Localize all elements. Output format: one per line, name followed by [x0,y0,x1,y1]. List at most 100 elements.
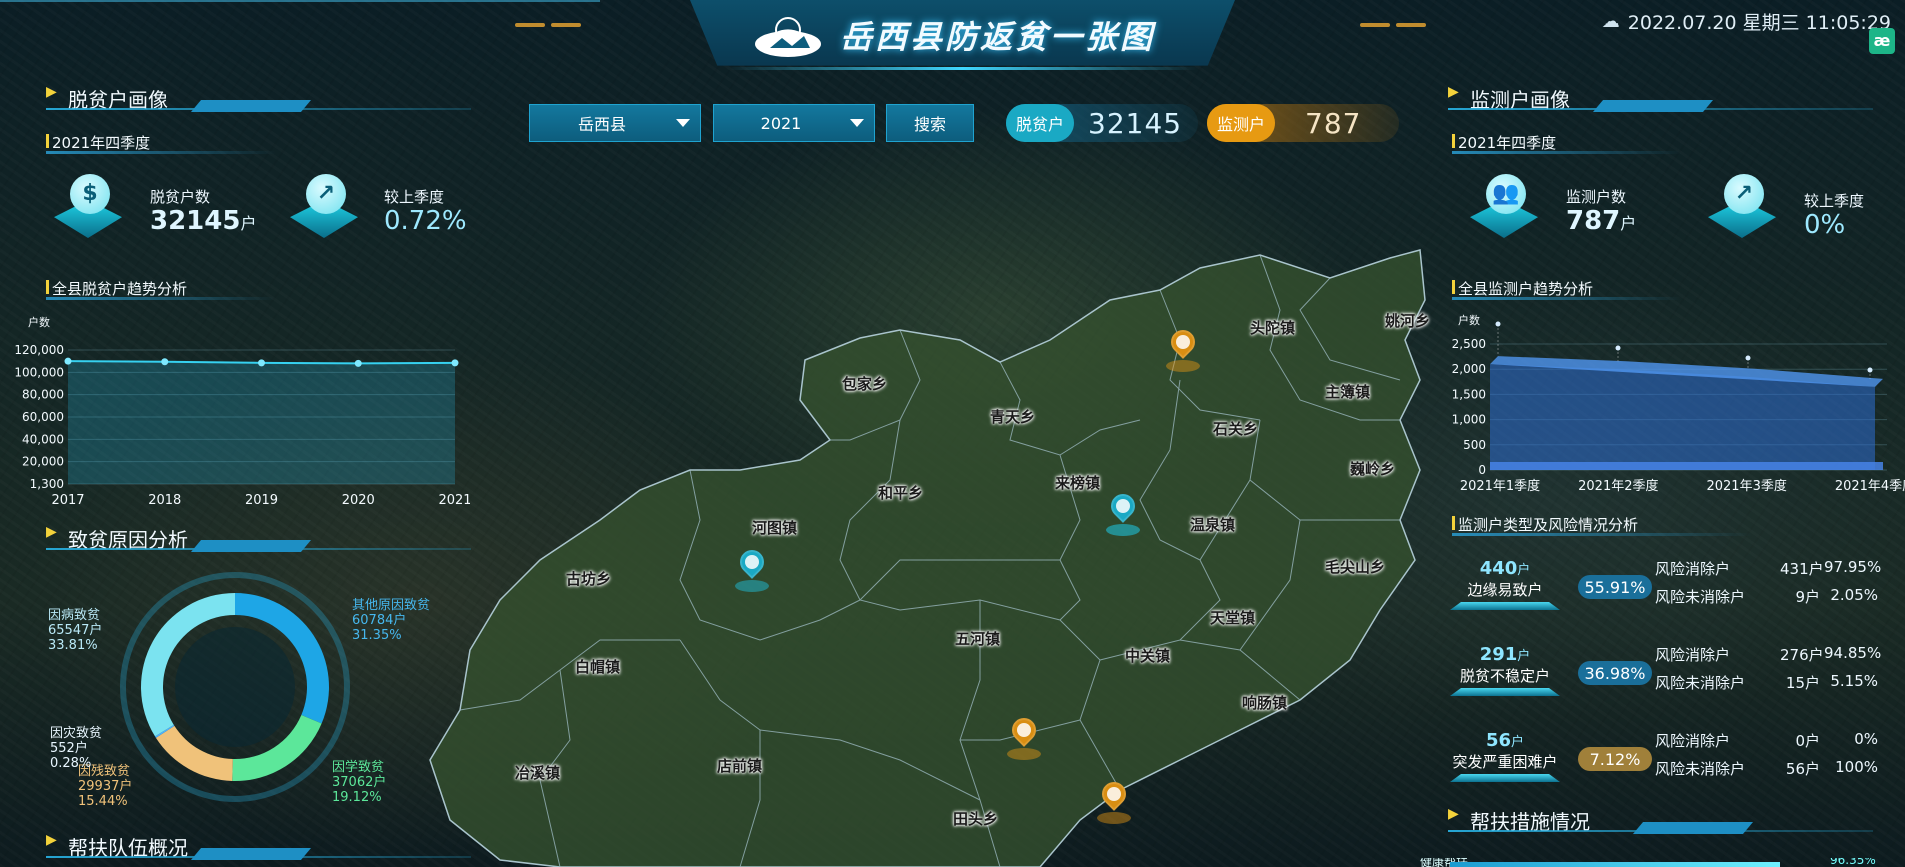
data-point [1495,321,1501,327]
risk-type-card[interactable]: 291户 脱贫不稳定户 [1445,644,1565,696]
arrow-icon: ▶ [1448,84,1459,100]
right-quarter-label: 2021年四季度 [1452,130,1682,154]
place-label[interactable]: 冶溪镇 [515,762,560,783]
trend-title: 全县监测户趋势分析 [1458,280,1594,298]
place-label[interactable]: 和平乡 [878,482,923,503]
risk-count-number: 291 [1479,644,1518,665]
risk-resolved-label: 风险消除户 [1655,732,1731,750]
monitor-trend-chart: 户数 2,500 2,000 1,500 1,000 500 02021年1季度 2021年2… [1452,313,1905,494]
support-measure-row: 健康帮扶 96.35% [1420,858,1900,867]
risk-type-pedestal [1450,602,1560,610]
place-label[interactable]: 白帽镇 [575,656,620,677]
risk-count: 440户 [1445,558,1565,579]
risk-count: 291户 [1445,644,1565,665]
place-label[interactable]: 石关乡 [1213,418,1258,439]
place-label[interactable]: 包家乡 [842,373,887,394]
map-pin-icon[interactable] [1106,489,1140,536]
y-tick-label: 2,500 [1452,337,1486,351]
risk-unresolved-label: 风险未消除户 [1655,760,1746,778]
place-label[interactable]: 来榜镇 [1055,472,1100,493]
arrow-icon: ▶ [1448,806,1459,822]
risk-title: 监测户类型及风险情况分析 [1458,516,1639,534]
risk-count-number: 440 [1479,558,1518,579]
risk-resolved-count: 431户 [1780,560,1824,578]
risk-resolved-pct: 0% [1854,730,1878,748]
place-label[interactable]: 响肠镇 [1242,692,1287,713]
section-monitor-portrait: ▶ 监测户画像 [1448,78,1873,116]
risk-count: 56户 [1445,730,1565,751]
risk-resolved-pct: 94.85% [1824,644,1882,662]
risk-count-unit: 户 [1517,563,1531,578]
data-point [1745,355,1751,361]
place-label[interactable]: 姚河乡 [1385,310,1430,331]
place-label[interactable]: 天堂镇 [1210,607,1255,628]
risk-type-name: 边缘易致户 [1467,581,1543,599]
y-tick-label: 1,000 [1452,413,1486,427]
risk-type-pedestal [1450,774,1560,782]
risk-pct-badge: 55.91% [1578,575,1652,599]
risk-resolved-pct: 97.95% [1824,558,1882,576]
kpi-unit: % [1820,210,1846,240]
risk-type-name: 脱贫不稳定户 [1459,667,1550,685]
risk-type-card[interactable]: 440户 边缘易致户 [1445,558,1565,610]
place-label[interactable]: 主簿镇 [1325,381,1370,402]
map-pin-icon[interactable] [1007,713,1041,760]
risk-count-number: 56 [1485,730,1512,751]
kpi-label: 监测户数 [1566,188,1627,206]
place-label[interactable]: 毛尖山乡 [1325,556,1385,577]
risk-count-unit: 户 [1511,735,1525,750]
data-point [1867,367,1873,373]
place-label[interactable]: 店前镇 [717,755,762,776]
right-risk-label: 监测户类型及风险情况分析 [1452,512,1752,536]
place-label[interactable]: 田头乡 [953,808,998,829]
place-label[interactable]: 头陀镇 [1250,317,1295,338]
y-tick-label: 2,000 [1452,362,1486,376]
y-axis-label: 户数 [1458,313,1480,327]
risk-type-card[interactable]: 56户 突发严重困难户 [1445,730,1565,782]
area-base [1490,462,1883,470]
x-tick-label: 2021年3季度 [1706,478,1786,494]
trend-up-icon: ↗ [1700,170,1784,254]
risk-pct-badge: 7.12% [1578,747,1652,771]
kpi-label: 较上季度 [1804,192,1865,210]
place-label[interactable]: 巍岭乡 [1350,458,1395,479]
map-pin-icon[interactable] [1097,777,1131,824]
risk-unresolved-pct: 100% [1835,758,1878,776]
data-point [1615,345,1621,351]
place-label[interactable]: 河图镇 [752,517,797,538]
risk-count-unit: 户 [1517,649,1531,664]
place-label[interactable]: 古坊乡 [566,568,611,589]
risk-resolved-count: 0户 [1795,732,1820,750]
people-icon: 👥 [1462,170,1546,254]
section-support-measures: ▶ 帮扶措施情况 [1448,800,1873,838]
risk-unresolved-count: 9户 [1795,588,1820,606]
risk-resolved-count: 276户 [1780,646,1824,664]
risk-unresolved-label: 风险未消除户 [1655,588,1746,606]
map-pin-icon[interactable] [735,545,769,592]
risk-resolved-label: 风险消除户 [1655,560,1731,578]
kpi-unit: 户 [1620,214,1637,233]
x-tick-label: 2021年2季度 [1578,478,1658,494]
risk-pct-badge: 36.98% [1578,661,1652,685]
place-label[interactable]: 温泉镇 [1190,514,1235,535]
risk-resolved-label: 风险消除户 [1655,646,1731,664]
risk-unresolved-pct: 2.05% [1830,586,1878,604]
y-tick-label: 1,500 [1452,387,1486,401]
kpi-number: 0 [1804,210,1821,240]
risk-unresolved-count: 15户 [1785,674,1820,692]
place-label[interactable]: 青天乡 [990,406,1035,427]
risk-unresolved-count: 56户 [1785,760,1820,778]
right-trend-label: 全县监测户趋势分析 [1452,276,1682,300]
risk-unresolved-pct: 5.15% [1830,672,1878,690]
map-pin-icon[interactable] [1166,325,1200,372]
place-label[interactable]: 五河镇 [955,628,1000,649]
y-tick-label: 0 [1478,463,1486,477]
kpi-value: 0% [1804,210,1845,240]
y-tick-label: 500 [1463,438,1486,452]
risk-unresolved-label: 风险未消除户 [1655,674,1746,692]
support-measure-bar [1450,862,1780,867]
support-measure-value: 96.35% [1830,858,1876,867]
place-label[interactable]: 中关镇 [1125,645,1170,666]
risk-type-name: 突发严重困难户 [1452,753,1558,771]
risk-type-pedestal [1450,688,1560,696]
